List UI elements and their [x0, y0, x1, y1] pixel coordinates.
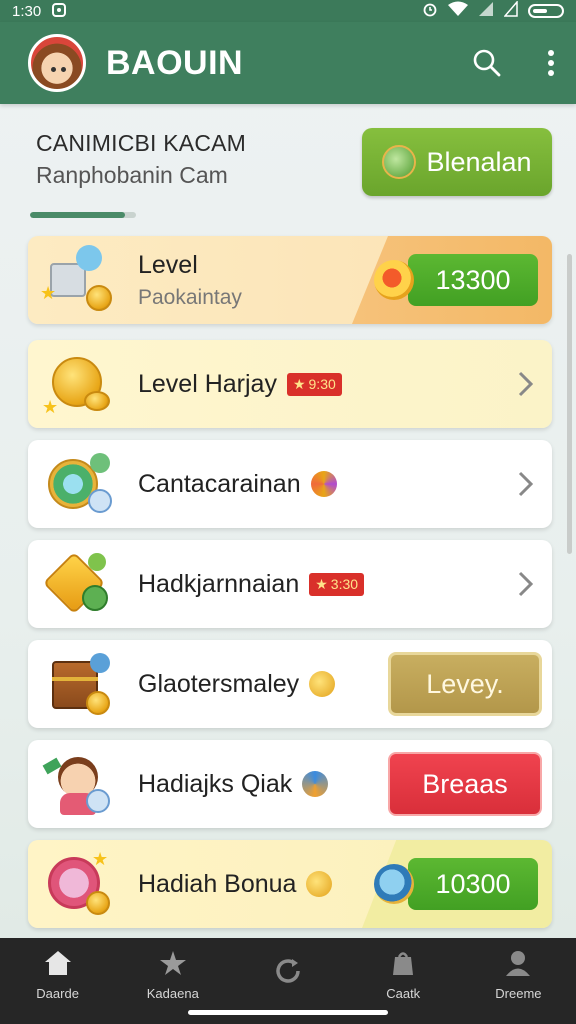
nav-label: Dreeme [495, 986, 542, 1001]
gold-coin-small-icon [309, 671, 336, 697]
row-title: Glaotersmaley [138, 669, 300, 698]
bag-icon [389, 949, 417, 980]
list-item-level-harjay[interactable]: ★ Level Harjay ★ 9:30 [28, 340, 552, 428]
chevron-right-icon[interactable] [516, 470, 534, 503]
timer-badge-text: 9:30 [308, 376, 336, 392]
timer-badge: ★ 9:30 [286, 372, 342, 396]
search-icon[interactable] [472, 48, 502, 78]
alarm-icon [422, 1, 438, 21]
level-button-label: Levey. [426, 668, 504, 699]
wifi-icon [448, 1, 468, 21]
claim-button[interactable]: 13300 [408, 254, 538, 306]
treasure-chest-icon [40, 647, 114, 721]
collect-button-label: 10300 [435, 868, 511, 899]
gem-icon [382, 145, 417, 179]
row-title: Hadkjarnnaian [138, 569, 300, 598]
list-item-glaotersmaley[interactable]: Glaotersmaley Levey. [28, 640, 552, 728]
more-options-icon[interactable] [546, 48, 556, 78]
nav-profile[interactable]: Dreeme [461, 938, 576, 1024]
nav-home[interactable]: Daarde [0, 938, 115, 1024]
avatar[interactable] [28, 34, 86, 92]
app-title: BAOUIN [106, 43, 244, 82]
scrollbar[interactable] [567, 254, 572, 554]
list-item-hadkjarnnaian[interactable]: Hadkjarnnaian ★ 3:30 [28, 540, 552, 628]
header-title: CANIMICBI KACAM [36, 130, 247, 156]
profile-icon [504, 949, 532, 980]
row-title: Hadiah Bonua [138, 869, 297, 898]
clock-coin-icon [374, 864, 414, 904]
bonus-button[interactable]: Breaas [388, 752, 542, 816]
nav-label: Caatk [386, 986, 421, 1001]
battery-icon [528, 4, 564, 18]
collect-button[interactable]: 10300 [408, 858, 538, 910]
character-icon [40, 747, 114, 821]
star-icon [158, 949, 188, 980]
level-button[interactable]: Levey. [388, 652, 542, 716]
chevron-right-icon[interactable] [516, 370, 534, 403]
gold-coin-small-icon [306, 871, 333, 897]
claim-button-label: 13300 [435, 264, 511, 295]
coin-icon [374, 260, 414, 300]
notification-icon [51, 2, 67, 20]
nav-label: Daarde [36, 986, 79, 1001]
globe-icon [302, 771, 329, 797]
header-section: CANIMICBI KACAM Ranphobanin Cam Blenalan [0, 104, 576, 234]
chevron-right-icon[interactable] [516, 570, 534, 603]
gold-coin-icon: ★ [40, 347, 114, 421]
token-icon [40, 447, 114, 521]
header-action-label: Blenalan [426, 146, 532, 177]
row-title: Cantacarainan [138, 469, 301, 498]
app-bar: BAOUIN [0, 22, 576, 104]
row-title: Level Harjay [138, 369, 277, 398]
list-item-cantacarainan[interactable]: Cantacarainan [28, 440, 552, 528]
progress-bar [30, 212, 136, 218]
home-icon [43, 949, 73, 980]
reward-coin-icon [310, 471, 337, 497]
timer-badge: ★ 3:30 [309, 572, 365, 596]
chest-coin-icon: ★ [40, 243, 114, 317]
progress-fill [30, 212, 126, 218]
list-item-hadiah-bonua[interactable]: ★ Hadiah Bonua 10300 [28, 840, 552, 928]
status-time: 1:30 [12, 2, 42, 20]
signal-icon [478, 1, 494, 21]
bonus-button-label: Breaas [422, 768, 508, 799]
status-bar: 1:30 [0, 0, 576, 22]
list-item-hadiajks-qiak[interactable]: Hadiajks Qiak Breaas [28, 740, 552, 828]
nav-label: Kadaena [146, 986, 199, 1001]
header-subtitle: Ranphobanin Cam [36, 162, 228, 188]
row-title: Hadiajks Qiak [138, 769, 293, 798]
bonus-medal-icon: ★ [40, 847, 114, 921]
list-item-level[interactable]: ★ Level Paokaintay 13300 [28, 236, 552, 324]
header-action-button[interactable]: Blenalan [362, 128, 552, 196]
signal-empty-icon [503, 0, 518, 21]
diamond-coin-icon [40, 547, 114, 621]
refresh-icon [272, 956, 304, 989]
timer-badge-text: 3:30 [330, 576, 359, 592]
home-indicator[interactable] [188, 1010, 388, 1015]
